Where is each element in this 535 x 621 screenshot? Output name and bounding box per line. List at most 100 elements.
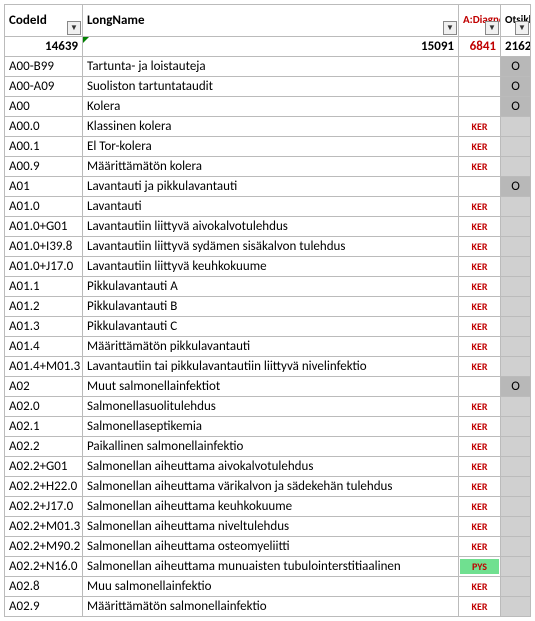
cell-codeid[interactable]: A00.0: [5, 117, 83, 137]
cell-longname[interactable]: Lavantautiin tai pikkulavantautiin liitt…: [83, 357, 459, 377]
cell-longname[interactable]: Salmonellan aiheuttama osteomyeliitti: [83, 537, 459, 557]
cell-longname[interactable]: Pikkulavantauti C: [83, 317, 459, 337]
table-row[interactable]: A00KoleraO: [5, 97, 531, 117]
cell-longname[interactable]: Pikkulavantauti A: [83, 277, 459, 297]
cell-codeid[interactable]: A02.2+H22.0: [5, 477, 83, 497]
cell-longname[interactable]: Kolera: [83, 97, 459, 117]
cell-codeid[interactable]: A01.1: [5, 277, 83, 297]
table-row[interactable]: A00.0Klassinen koleraKER: [5, 117, 531, 137]
table-row[interactable]: A02.2+H22.0Salmonellan aiheuttama värika…: [5, 477, 531, 497]
header-longname[interactable]: LongName ▼: [83, 5, 459, 37]
table-row[interactable]: A01.0+J17.0Lavantautiin liittyvä keuhkok…: [5, 257, 531, 277]
cell-longname[interactable]: Salmonellan aiheuttama keuhkokuume: [83, 497, 459, 517]
cell-otsi: O: [501, 177, 531, 197]
cell-longname[interactable]: Tartunta- ja loistauteja: [83, 57, 459, 77]
cell-longname[interactable]: Määrittämätön salmonellainfektio: [83, 597, 459, 617]
cell-codeid[interactable]: A02.2+M01.3: [5, 517, 83, 537]
filter-dropdown-icon[interactable]: ▼: [443, 21, 457, 35]
cell-longname[interactable]: El Tor-kolera: [83, 137, 459, 157]
filter-dropdown-icon[interactable]: ▼: [515, 21, 529, 35]
header-codeid[interactable]: CodeId ▼: [5, 5, 83, 37]
cell-longname[interactable]: Salmonellasuolitulehdus: [83, 397, 459, 417]
cell-codeid[interactable]: A02.9: [5, 597, 83, 617]
cell-otsi: [501, 437, 531, 457]
cell-longname[interactable]: Lavantautiin liittyvä keuhkokuume: [83, 257, 459, 277]
table-row[interactable]: A02.0SalmonellasuolitulehdusKER: [5, 397, 531, 417]
cell-longname[interactable]: Lavantauti: [83, 197, 459, 217]
table-row[interactable]: A00.9Määrittämätön koleraKER: [5, 157, 531, 177]
cell-longname[interactable]: Määrittämätön kolera: [83, 157, 459, 177]
table-row[interactable]: A02.9Määrittämätön salmonellainfektioKER: [5, 597, 531, 617]
cell-longname[interactable]: Lavantauti ja pikkulavantauti: [83, 177, 459, 197]
cell-otsi: [501, 497, 531, 517]
table-row[interactable]: A02.2+G01Salmonellan aiheuttama aivokalv…: [5, 457, 531, 477]
table-row[interactable]: A01.4+M01.3Lavantautiin tai pikkulavanta…: [5, 357, 531, 377]
cell-codeid[interactable]: A02.2+J17.0: [5, 497, 83, 517]
cell-longname[interactable]: Salmonellan aiheuttama niveltulehdus: [83, 517, 459, 537]
table-row[interactable]: A01.1Pikkulavantauti AKER: [5, 277, 531, 297]
table-row[interactable]: A01.0+G01Lavantautiin liittyvä aivokalvo…: [5, 217, 531, 237]
cell-codeid[interactable]: A02.1: [5, 417, 83, 437]
cell-codeid[interactable]: A00-A09: [5, 77, 83, 97]
cell-longname[interactable]: Pikkulavantauti B: [83, 297, 459, 317]
header-otsi[interactable]: Otsikk ▼: [501, 5, 531, 37]
cell-codeid[interactable]: A02: [5, 377, 83, 397]
table-row[interactable]: A02.2+J17.0Salmonellan aiheuttama keuhko…: [5, 497, 531, 517]
table-row[interactable]: A00-B99Tartunta- ja loistautejaO: [5, 57, 531, 77]
table-row[interactable]: A02.2+M90.2Salmonellan aiheuttama osteom…: [5, 537, 531, 557]
cell-longname[interactable]: Lavantautiin liittyvä aivokalvotulehdus: [83, 217, 459, 237]
cell-codeid[interactable]: A01.0+I39.8: [5, 237, 83, 257]
cell-codeid[interactable]: A01.0: [5, 197, 83, 217]
total-otsi: 2162: [501, 37, 531, 57]
table-row[interactable]: A02.2+M01.3Salmonellan aiheuttama nivelt…: [5, 517, 531, 537]
table-row[interactable]: A01Lavantauti ja pikkulavantauti O: [5, 177, 531, 197]
cell-longname[interactable]: Salmonellan aiheuttama munuaisten tubulo…: [83, 557, 459, 577]
table-row[interactable]: A01.0+I39.8Lavantautiin liittyvä sydämen…: [5, 237, 531, 257]
total-codeid: 14639: [5, 37, 83, 57]
cell-codeid[interactable]: A01.0+J17.0: [5, 257, 83, 277]
cell-codeid[interactable]: A01.0+G01: [5, 217, 83, 237]
cell-codeid[interactable]: A00: [5, 97, 83, 117]
filter-dropdown-icon[interactable]: ▼: [67, 21, 81, 35]
cell-longname[interactable]: Lavantautiin liittyvä sydämen sisäkalvon…: [83, 237, 459, 257]
cell-codeid[interactable]: A01.3: [5, 317, 83, 337]
cell-longname[interactable]: Salmonellaseptikemia: [83, 417, 459, 437]
table-row[interactable]: A01.2Pikkulavantauti BKER: [5, 297, 531, 317]
table-row[interactable]: A02.1SalmonellaseptikemiaKER: [5, 417, 531, 437]
cell-codeid[interactable]: A02.0: [5, 397, 83, 417]
cell-longname[interactable]: Muut salmonellainfektiot: [83, 377, 459, 397]
cell-codeid[interactable]: A02.8: [5, 577, 83, 597]
tag-ker-badge: KER: [460, 499, 499, 514]
cell-diag-tag: KER: [459, 417, 501, 437]
cell-codeid[interactable]: A01.2: [5, 297, 83, 317]
cell-longname[interactable]: Muu salmonellainfektio: [83, 577, 459, 597]
cell-codeid[interactable]: A00.1: [5, 137, 83, 157]
filter-dropdown-icon[interactable]: ▼: [485, 21, 499, 35]
table-row[interactable]: A01.3Pikkulavantauti CKER: [5, 317, 531, 337]
table-row[interactable]: A01.0LavantautiKER: [5, 197, 531, 217]
table-row[interactable]: A01.4Määrittämätön pikkulavantautiKER: [5, 337, 531, 357]
cell-longname[interactable]: Salmonellan aiheuttama aivokalvotulehdus: [83, 457, 459, 477]
table-row[interactable]: A02.2Paikallinen salmonellainfektioKER: [5, 437, 531, 457]
cell-codeid[interactable]: A00.9: [5, 157, 83, 177]
table-row[interactable]: A02.2+N16.0Salmonellan aiheuttama munuai…: [5, 557, 531, 577]
cell-codeid[interactable]: A01.4: [5, 337, 83, 357]
cell-codeid[interactable]: A02.2+G01: [5, 457, 83, 477]
cell-codeid[interactable]: A02.2+N16.0: [5, 557, 83, 577]
cell-codeid[interactable]: A00-B99: [5, 57, 83, 77]
cell-longname[interactable]: Määrittämätön pikkulavantauti: [83, 337, 459, 357]
cell-codeid[interactable]: A01: [5, 177, 83, 197]
header-diag[interactable]: A:Diagnoo ▼: [459, 5, 501, 37]
cell-longname[interactable]: Salmonellan aiheuttama värikalvon ja säd…: [83, 477, 459, 497]
cell-longname[interactable]: Paikallinen salmonellainfektio: [83, 437, 459, 457]
cell-codeid[interactable]: A01.4+M01.3: [5, 357, 83, 377]
table-row[interactable]: A00.1El Tor-koleraKER: [5, 137, 531, 157]
tag-ker-badge: KER: [460, 239, 499, 254]
cell-longname[interactable]: Suoliston tartuntataudit: [83, 77, 459, 97]
cell-codeid[interactable]: A02.2: [5, 437, 83, 457]
table-row[interactable]: A02Muut salmonellainfektiotO: [5, 377, 531, 397]
table-row[interactable]: A02.8Muu salmonellainfektioKER: [5, 577, 531, 597]
cell-codeid[interactable]: A02.2+M90.2: [5, 537, 83, 557]
cell-longname[interactable]: Klassinen kolera: [83, 117, 459, 137]
table-row[interactable]: A00-A09Suoliston tartuntatauditO: [5, 77, 531, 97]
